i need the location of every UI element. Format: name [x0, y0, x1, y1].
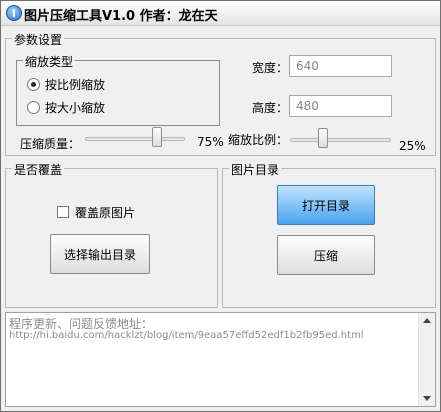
log-scrollbar[interactable]: [418, 313, 435, 406]
scale-slider[interactable]: [290, 138, 391, 142]
choose-output-dir-button[interactable]: 选择输出目录: [50, 234, 150, 274]
zoom-type-legend: 缩放类型: [23, 53, 76, 70]
height-label: 高度：: [252, 101, 289, 115]
overwrite-checkbox-label[interactable]: 覆盖原图片: [75, 204, 135, 221]
scale-value: 25%: [399, 139, 426, 153]
scale-label: 缩放比例：: [228, 133, 289, 147]
params-legend: 参数设置: [12, 31, 65, 48]
quality-label: 压缩质量：: [20, 137, 81, 151]
image-dir-legend: 图片目录: [229, 161, 282, 178]
scroll-up-icon[interactable]: [423, 318, 431, 323]
overwrite-group: 是否覆盖 覆盖原图片 选择输出目录: [5, 161, 218, 308]
overwrite-legend: 是否覆盖: [12, 161, 65, 178]
log-textarea[interactable]: 程序更新、问题反馈地址： http://hi.baidu.com/hacklzt…: [5, 312, 436, 407]
height-field[interactable]: 480: [289, 95, 392, 117]
width-field[interactable]: 640: [289, 55, 392, 77]
overwrite-checkbox[interactable]: [57, 206, 69, 218]
radio-by-size-label[interactable]: 按大小缩放: [45, 99, 105, 116]
zoom-type-group: 缩放类型 按比例缩放 按大小缩放: [16, 53, 220, 126]
scroll-down-icon[interactable]: [423, 396, 431, 401]
scale-slider-thumb[interactable]: [318, 128, 328, 148]
quality-slider[interactable]: [85, 137, 185, 141]
app-window: 图片压缩工具V1.0 作者：龙在天 参数设置 缩放类型 按比例缩放 按大小缩放 …: [0, 0, 441, 412]
open-dir-button[interactable]: 打开目录: [277, 185, 375, 225]
compress-button[interactable]: 压缩: [277, 235, 375, 275]
log-line: http://hi.baidu.com/hacklzt/blog/item/9e…: [9, 330, 364, 341]
title-bar: 图片压缩工具V1.0 作者：龙在天: [1, 1, 440, 26]
info-icon: [6, 5, 22, 21]
window-title: 图片压缩工具V1.0 作者：龙在天: [24, 9, 218, 24]
width-label: 宽度：: [252, 61, 289, 75]
image-dir-group: 图片目录 打开目录 压缩: [222, 161, 436, 308]
quality-slider-thumb[interactable]: [152, 127, 162, 147]
radio-proportional[interactable]: [27, 78, 40, 91]
params-group: 参数设置 缩放类型 按比例缩放 按大小缩放 宽度： 640 高度： 480 压缩…: [5, 31, 436, 156]
radio-proportional-label[interactable]: 按比例缩放: [45, 76, 105, 93]
radio-by-size[interactable]: [27, 101, 40, 114]
quality-value: 75%: [197, 135, 224, 149]
